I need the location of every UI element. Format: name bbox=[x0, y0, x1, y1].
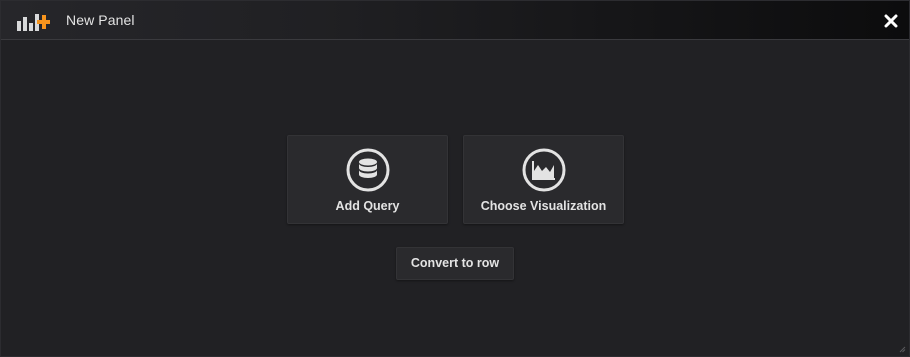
area-chart-icon bbox=[522, 148, 565, 192]
add-panel-icon bbox=[17, 14, 50, 31]
add-query-button[interactable]: Add Query bbox=[287, 135, 448, 224]
choose-visualization-label: Choose Visualization bbox=[480, 199, 607, 213]
close-icon[interactable] bbox=[882, 12, 900, 30]
panel-header[interactable]: New Panel bbox=[1, 1, 909, 40]
convert-to-row-button[interactable]: Convert to row bbox=[396, 247, 514, 280]
resize-handle-icon[interactable] bbox=[899, 346, 906, 353]
add-query-label: Add Query bbox=[335, 199, 400, 213]
database-icon bbox=[346, 148, 389, 192]
panel-title: New Panel bbox=[66, 12, 135, 28]
choose-visualization-button[interactable]: Choose Visualization bbox=[463, 135, 624, 224]
new-panel: New Panel Add Query Choose Visualization… bbox=[0, 0, 910, 357]
